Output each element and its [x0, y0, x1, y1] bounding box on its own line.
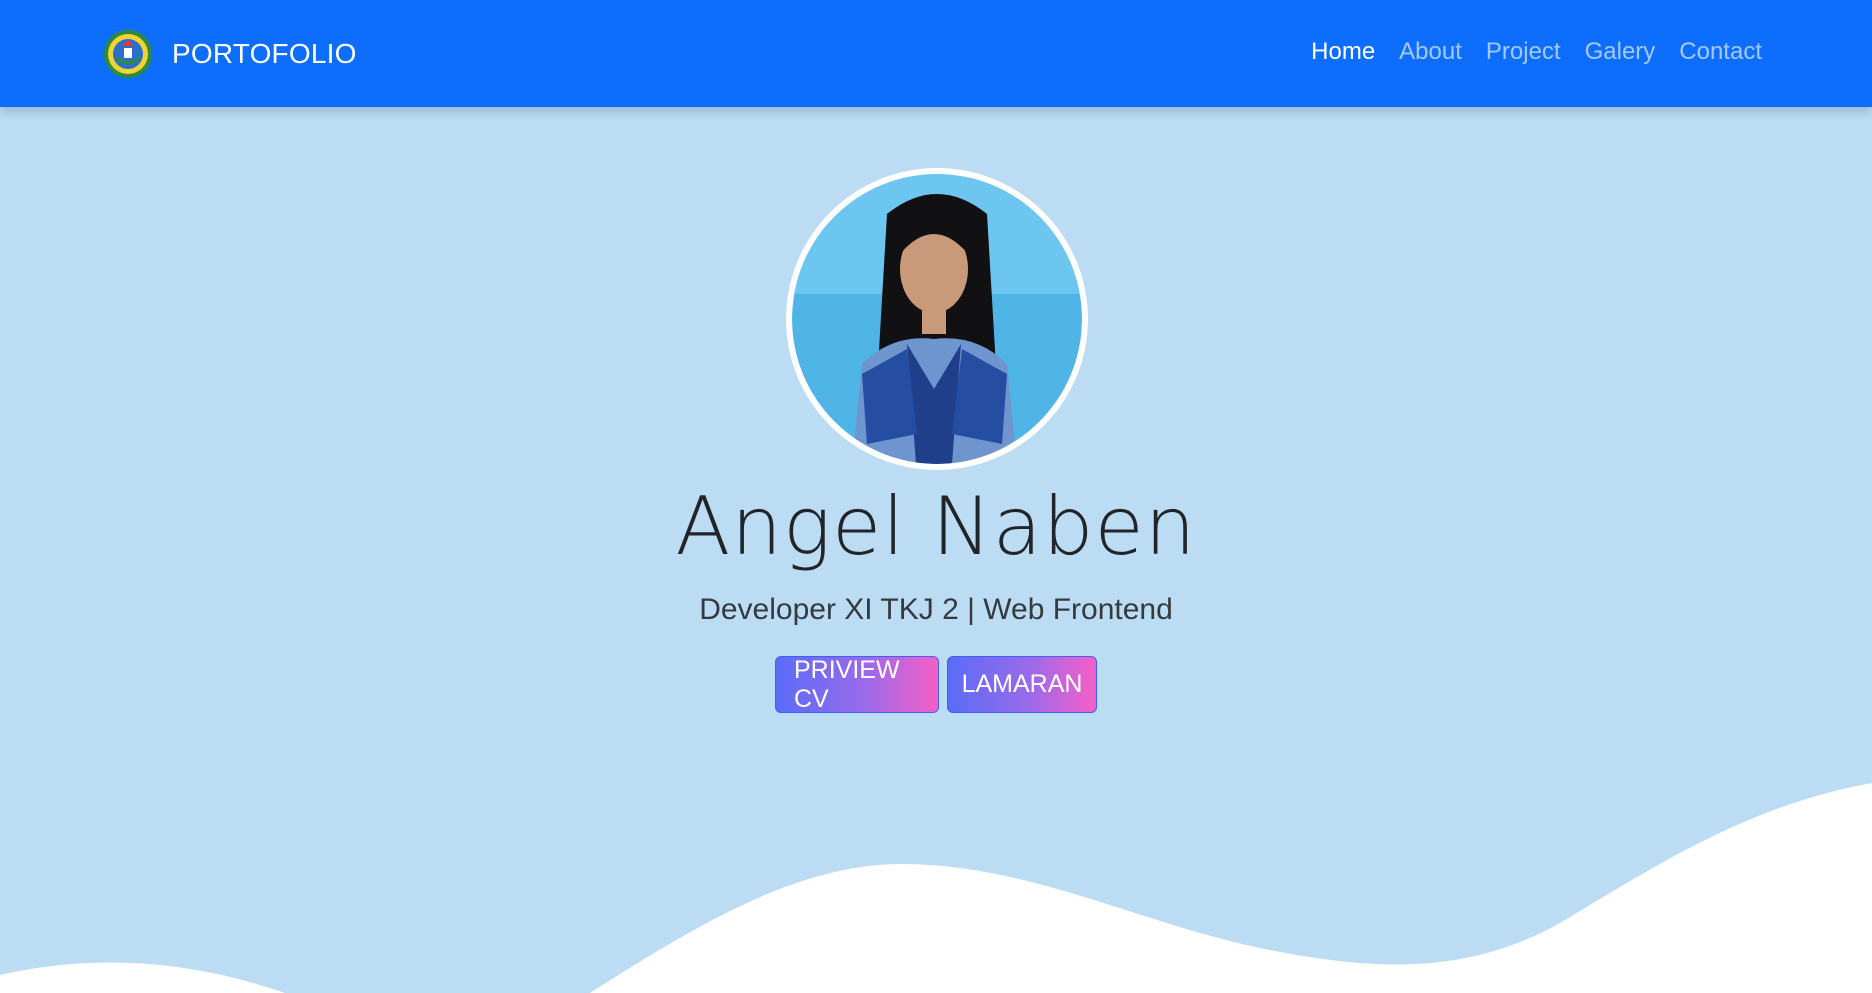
nav-link-project[interactable]: Project: [1486, 38, 1561, 66]
hero-section: Angel Naben Developer XI TKJ 2 | Web Fro…: [0, 107, 1872, 993]
nav-link-contact[interactable]: Contact: [1679, 38, 1762, 66]
hero-buttons: PRIVIEW CV LAMARAN: [0, 656, 1872, 713]
school-logo-icon: [104, 30, 152, 78]
nav-links: Home About Project Galery Contact: [1287, 38, 1762, 66]
brand-title: PORTOFOLIO: [172, 38, 357, 69]
navbar: PORTOFOLIO Home About Project Galery Con…: [0, 0, 1872, 107]
avatar-frame: [786, 168, 1088, 470]
profile-avatar: [792, 174, 1082, 464]
profile-subtitle: Developer XI TKJ 2 | Web Frontend: [699, 593, 1173, 626]
profile-name: Angel Naben: [675, 480, 1197, 573]
lamaran-button[interactable]: LAMARAN: [947, 656, 1097, 713]
navbar-brand[interactable]: PORTOFOLIO: [102, 28, 357, 80]
nav-link-about[interactable]: About: [1399, 38, 1462, 66]
nav-link-galery[interactable]: Galery: [1585, 38, 1656, 66]
preview-cv-button[interactable]: PRIVIEW CV: [775, 656, 939, 713]
decorative-wave: [0, 783, 1872, 993]
nav-link-home[interactable]: Home: [1311, 38, 1375, 66]
